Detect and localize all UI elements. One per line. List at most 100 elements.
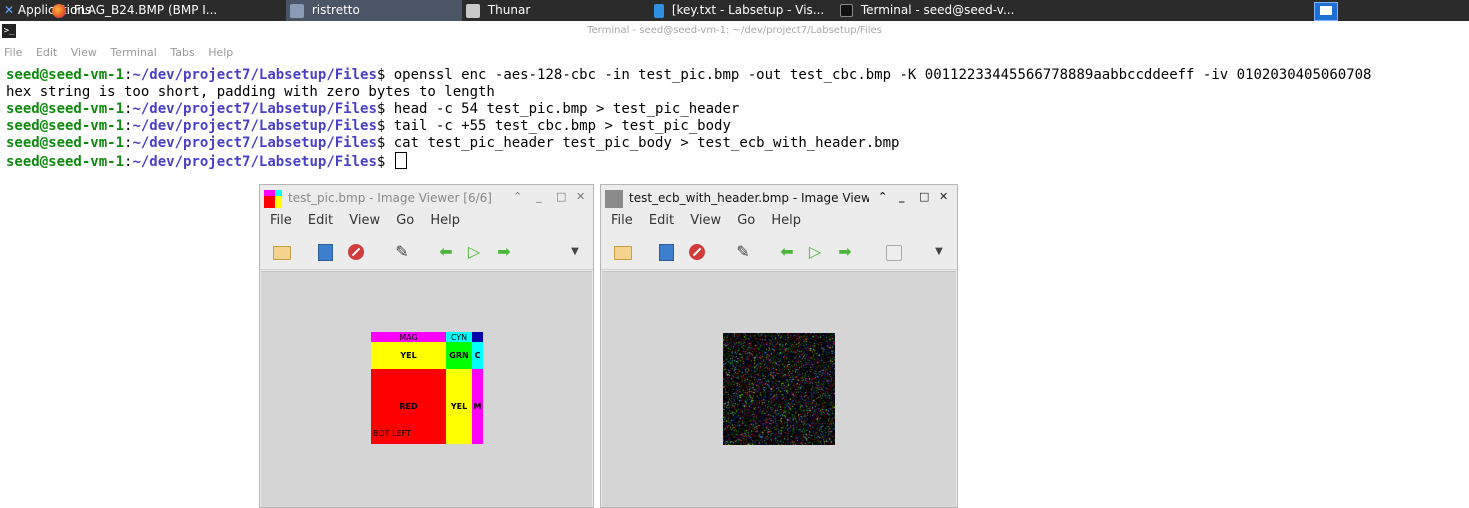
image-canvas[interactable]: MAG CYN YEL GRN C RED BOT LEFT YEL M xyxy=(261,271,592,507)
mag-block: MAG xyxy=(371,332,446,342)
prompt-end: $ xyxy=(376,101,394,117)
close-icon[interactable]: ✕ xyxy=(939,190,948,203)
terminal-command-line: seed@seed-vm-1:~/dev/project7/Labsetup/F… xyxy=(6,135,1371,152)
menu-help[interactable]: Help xyxy=(430,213,460,228)
terminal-icon xyxy=(840,4,853,17)
menu-edit[interactable]: Edit xyxy=(36,46,57,59)
menu-edit[interactable]: Edit xyxy=(649,213,674,228)
save-copy-icon[interactable] xyxy=(318,244,333,261)
red-label: RED xyxy=(399,402,418,411)
taskbar-item-label: Terminal - seed@seed-v... xyxy=(860,3,1015,17)
menu-view[interactable]: View xyxy=(71,46,97,59)
taskbar-item-label: [key.txt - Labsetup - Vis... xyxy=(671,3,825,17)
red-block: RED BOT LEFT xyxy=(371,369,446,444)
taskbar-item-label: Thunar xyxy=(487,3,531,17)
image-viewer-window-original[interactable]: test_pic.bmp - Image Viewer [6/6] ⌃ _ □ … xyxy=(259,184,594,508)
window-title: test_ecb_with_header.bmp - Image View xyxy=(629,191,869,205)
prompt-end: $ xyxy=(376,154,394,170)
menu-edit[interactable]: Edit xyxy=(308,213,333,228)
menu-help[interactable]: Help xyxy=(208,46,233,59)
delete-icon[interactable] xyxy=(689,244,705,260)
taskbar-item-terminal[interactable]: Terminal - seed@seed-v... xyxy=(836,0,1016,21)
prompt-user: seed@seed-vm-1 xyxy=(6,67,125,83)
menu-file[interactable]: File xyxy=(4,46,22,59)
viewer-toolbar: ✎ ⬅ ▷ ➡ ▼ xyxy=(601,237,957,270)
prompt-end: $ xyxy=(376,118,394,134)
viewer-menubar: File Edit View Go Help xyxy=(264,213,466,233)
prompt-path: ~/dev/project7/Labsetup/Files xyxy=(132,135,377,151)
fullscreen-icon[interactable] xyxy=(886,245,902,261)
taskbar-item-firefox[interactable]: FLAG_B24.BMP (BMP I... xyxy=(52,0,278,21)
terminal-titlebar: >_ Terminal - seed@seed-vm-1: ~/dev/proj… xyxy=(0,21,1469,45)
delete-icon[interactable] xyxy=(348,244,364,260)
terminal-output-line: hex string is too short, padding with ze… xyxy=(6,84,1371,101)
prompt-path: ~/dev/project7/Labsetup/Files xyxy=(132,101,377,117)
shade-icon[interactable]: ⌃ xyxy=(513,190,522,203)
command-text: openssl enc -aes-128-cbc -in test_pic.bm… xyxy=(393,67,1372,83)
menu-help[interactable]: Help xyxy=(771,213,801,228)
next-arrow-icon[interactable]: ➡ xyxy=(835,242,855,262)
menu-go[interactable]: Go xyxy=(396,213,414,228)
shade-icon[interactable]: ⌃ xyxy=(878,190,887,203)
menu-go[interactable]: Go xyxy=(737,213,755,228)
taskbar-item-label: FLAG_B24.BMP (BMP I... xyxy=(73,3,218,17)
cyn-block: CYN xyxy=(446,332,472,342)
image-viewer-window-encrypted[interactable]: test_ecb_with_header.bmp - Image View ⌃ … xyxy=(600,184,958,508)
chevron-down-icon[interactable]: ▼ xyxy=(929,242,949,262)
minimize-icon[interactable]: _ xyxy=(536,190,542,203)
menu-terminal[interactable]: Terminal xyxy=(110,46,157,59)
taskbar-item-ristretto[interactable]: ristretto xyxy=(286,0,462,21)
menu-view[interactable]: View xyxy=(349,213,380,228)
c-block: C xyxy=(472,342,483,369)
blue-block xyxy=(472,332,483,342)
previous-arrow-icon[interactable]: ⬅ xyxy=(436,242,456,262)
slideshow-play-icon[interactable]: ▷ xyxy=(464,242,484,262)
yel-block-bottom: YEL xyxy=(446,369,472,444)
close-icon[interactable]: ✕ xyxy=(576,190,585,203)
maximize-icon[interactable]: □ xyxy=(919,190,929,203)
menu-view[interactable]: View xyxy=(690,213,721,228)
command-text: head -c 54 test_pic.bmp > test_pic_heade… xyxy=(393,101,740,117)
image-icon xyxy=(605,190,623,208)
image-canvas[interactable] xyxy=(602,271,956,507)
window-titlebar: test_pic.bmp - Image Viewer [6/6] ⌃ _ □ … xyxy=(260,185,593,212)
menu-file[interactable]: File xyxy=(270,213,292,228)
terminal-menubar: File Edit View Terminal Tabs Help xyxy=(0,46,239,66)
previous-arrow-icon[interactable]: ⬅ xyxy=(777,242,797,262)
command-text: tail -c +55 test_cbc.bmp > test_pic_body xyxy=(393,118,731,134)
bot-left-label: BOT LEFT xyxy=(373,429,411,438)
minimize-icon[interactable]: _ xyxy=(899,190,905,203)
window-titlebar: test_ecb_with_header.bmp - Image View ⌃ … xyxy=(601,185,957,212)
open-folder-icon[interactable] xyxy=(614,246,632,260)
terminal-command-line: seed@seed-vm-1:~/dev/project7/Labsetup/F… xyxy=(6,101,1371,118)
window-title: test_pic.bmp - Image Viewer [6/6] xyxy=(288,191,492,205)
taskbar-item-vscode[interactable]: [key.txt - Labsetup - Vis... xyxy=(650,0,838,21)
taskbar-item-thunar[interactable]: Thunar xyxy=(462,0,638,21)
open-folder-icon[interactable] xyxy=(273,246,291,260)
menu-file[interactable]: File xyxy=(611,213,633,228)
yel-block-top: YEL xyxy=(371,342,446,369)
file-manager-icon xyxy=(466,3,480,18)
slideshow-play-icon[interactable]: ▷ xyxy=(805,242,825,262)
edit-pen-icon[interactable]: ✎ xyxy=(392,242,412,262)
edit-pen-icon[interactable]: ✎ xyxy=(733,242,753,262)
image-icon xyxy=(264,190,282,208)
chevron-down-icon[interactable]: ▼ xyxy=(565,242,585,262)
prompt-user: seed@seed-vm-1 xyxy=(6,135,125,151)
viewer-toolbar: ✎ ⬅ ▷ ➡ ▼ xyxy=(260,237,593,270)
prompt-end: $ xyxy=(376,135,394,151)
terminal-output[interactable]: seed@seed-vm-1:~/dev/project7/Labsetup/F… xyxy=(6,67,1371,170)
terminal-command-line: seed@seed-vm-1:~/dev/project7/Labsetup/F… xyxy=(6,67,1371,84)
viewer-menubar: File Edit View Go Help xyxy=(605,213,807,233)
prompt-user: seed@seed-vm-1 xyxy=(6,118,125,134)
maximize-icon[interactable]: □ xyxy=(556,190,566,203)
command-text: cat test_pic_header test_pic_body > test… xyxy=(393,135,900,151)
prompt-user: seed@seed-vm-1 xyxy=(6,154,125,170)
menu-tabs[interactable]: Tabs xyxy=(170,46,194,59)
save-copy-icon[interactable] xyxy=(659,244,674,261)
encrypted-noise-image xyxy=(723,333,835,445)
grn-block: GRN xyxy=(446,342,472,369)
next-arrow-icon[interactable]: ➡ xyxy=(494,242,514,262)
prompt-user: seed@seed-vm-1 xyxy=(6,101,125,117)
workspace-switcher-icon[interactable] xyxy=(1314,2,1338,21)
